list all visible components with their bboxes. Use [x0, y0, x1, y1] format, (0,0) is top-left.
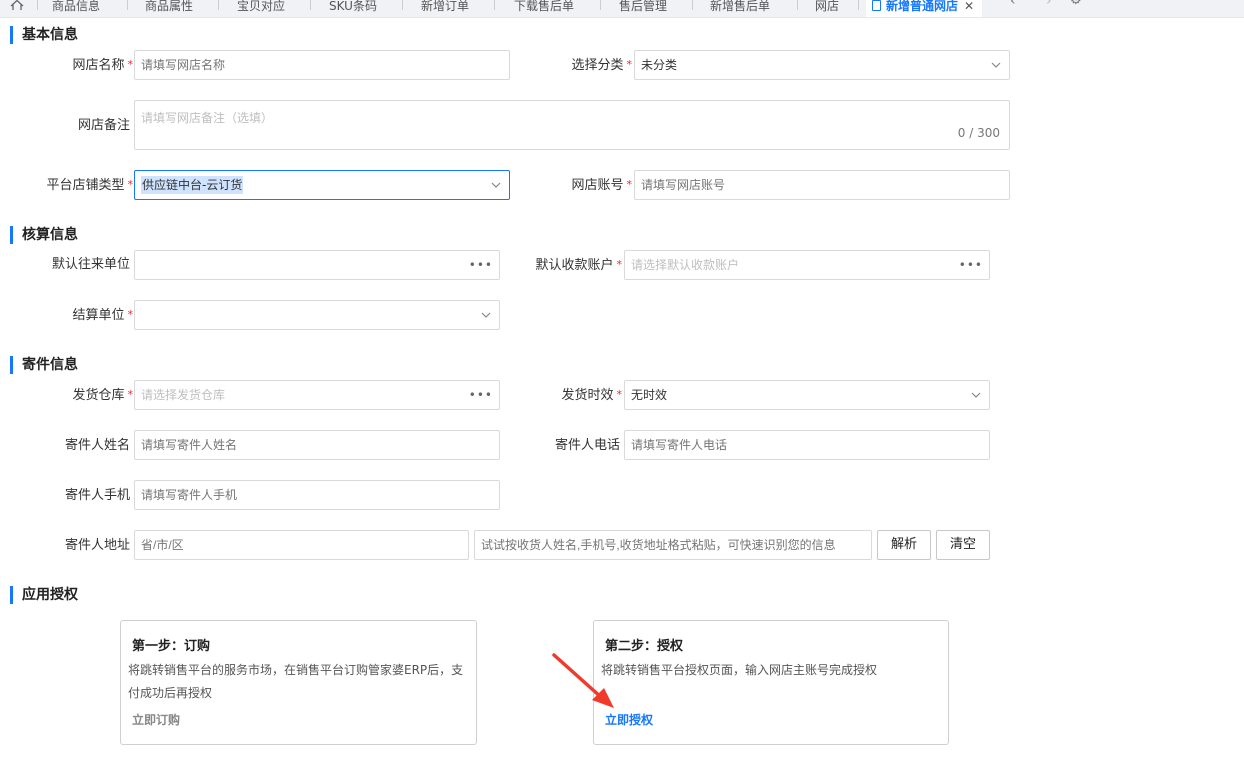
shop-account-input[interactable]	[634, 170, 1010, 200]
sender-address-label: 寄件人地址	[64, 538, 130, 553]
more-icon[interactable]: •••	[469, 381, 493, 409]
tab-separator	[402, 0, 403, 10]
tab-separator	[218, 0, 219, 10]
category-label: 选择分类 *	[571, 58, 632, 73]
chevron-right-icon[interactable]: ›	[1046, 0, 1052, 9]
chevron-down-icon	[991, 62, 1001, 68]
tab-separator	[797, 0, 798, 10]
sender-mobile-label: 寄件人手机	[64, 488, 130, 503]
close-icon[interactable]: ✕	[964, 0, 974, 13]
chevron-down-icon	[481, 312, 491, 318]
shop-account-label: 网店账号 *	[571, 178, 632, 193]
tab-separator	[600, 0, 601, 10]
more-icon[interactable]: •••	[959, 251, 983, 279]
tab-separator	[37, 0, 38, 10]
chevron-left-icon[interactable]: ‹	[1010, 0, 1016, 9]
gear-icon[interactable]: ⚙	[1070, 0, 1082, 8]
section-basic-info: 基本信息	[10, 26, 78, 44]
warehouse-picker[interactable]: 请选择发货仓库 •••	[134, 380, 500, 410]
section-accounting-info: 核算信息	[10, 226, 78, 244]
tab-item-mapping[interactable]: 宝贝对应	[237, 0, 285, 17]
settle-unit-select[interactable]	[134, 300, 500, 330]
tab-bar: 商品信息 商品属性 宝贝对应 SKU条码 新增订单 下载售后单 售后管理 新增售…	[0, 0, 1244, 18]
category-select[interactable]: 未分类	[634, 50, 1010, 80]
tab-aftersale-manage[interactable]: 售后管理	[619, 0, 667, 17]
platform-type-select[interactable]: 供应链中台-云订货	[134, 170, 510, 200]
chevron-down-icon	[491, 182, 501, 188]
section-app-auth: 应用授权	[10, 586, 78, 604]
region-input[interactable]	[134, 530, 469, 560]
tab-separator	[692, 0, 693, 10]
remark-counter: 0 / 300	[957, 126, 1000, 140]
default-account-picker[interactable]: 请选择默认收款账户 •••	[624, 250, 990, 280]
sender-phone-label: 寄件人电话	[554, 438, 620, 453]
timeliness-select[interactable]: 无时效	[624, 380, 990, 410]
sender-name-label: 寄件人姓名	[64, 438, 130, 453]
tab-separator	[127, 0, 128, 10]
tab-new-shop[interactable]: 新增普通网店 ✕	[866, 0, 983, 17]
settle-unit-label: 结算单位 *	[72, 308, 133, 323]
category-value: 未分类	[641, 58, 678, 72]
step1-title: 第一步：订购	[132, 639, 211, 654]
tab-separator	[858, 0, 859, 10]
timeliness-value: 无时效	[631, 388, 668, 402]
tab-product-info[interactable]: 商品信息	[52, 0, 100, 17]
authorize-now-link[interactable]: 立即授权	[605, 711, 653, 728]
sender-mobile-input[interactable]	[134, 480, 500, 510]
default-account-label: 默认收款账户 *	[535, 258, 622, 273]
platform-type-value: 供应链中台-云订货	[141, 176, 244, 194]
default-unit-picker[interactable]: •••	[134, 250, 500, 280]
tab-new-order[interactable]: 新增订单	[421, 0, 469, 17]
parse-button[interactable]: 解析	[877, 530, 931, 560]
remark-placeholder: 请填写网店备注（选填）	[141, 111, 274, 125]
platform-type-label: 平台店铺类型 *	[46, 178, 133, 193]
document-icon	[872, 0, 881, 11]
tab-sku-barcode[interactable]: SKU条码	[329, 0, 377, 17]
address-parse-input[interactable]	[474, 530, 872, 560]
tab-product-attr[interactable]: 商品属性	[145, 0, 193, 17]
remark-textarea[interactable]: 请填写网店备注（选填） 0 / 300	[134, 100, 1010, 150]
tab-new-shop-label: 新增普通网店	[886, 0, 959, 13]
step2-card: 第二步：授权 将跳转销售平台授权页面，输入网店主账号完成授权 立即授权	[593, 620, 949, 745]
subscribe-now-link[interactable]: 立即订购	[132, 711, 180, 728]
annotation-arrow-icon	[552, 653, 614, 708]
timeliness-label: 发货时效 *	[561, 388, 622, 403]
clear-button[interactable]: 清空	[936, 530, 990, 560]
step2-description: 将跳转销售平台授权页面，输入网店主账号完成授权	[601, 663, 878, 677]
chevron-down-icon	[971, 392, 981, 398]
default-account-placeholder: 请选择默认收款账户	[631, 258, 740, 272]
home-icon[interactable]	[10, 0, 24, 10]
tab-new-aftersale[interactable]: 新增售后单	[710, 0, 770, 17]
sender-name-input[interactable]	[134, 430, 500, 460]
sender-phone-input[interactable]	[624, 430, 990, 460]
step1-description: 将跳转销售平台的服务市场，在销售平台订购管家婆ERP后，支付成功后再授权	[128, 663, 464, 700]
more-icon[interactable]: •••	[469, 251, 493, 279]
shop-name-input[interactable]	[134, 50, 510, 80]
tab-separator	[494, 0, 495, 10]
tab-separator	[310, 0, 311, 10]
tab-download-aftersale[interactable]: 下载售后单	[514, 0, 574, 17]
remark-label: 网店备注	[77, 118, 130, 133]
shop-name-label: 网店名称 *	[72, 58, 133, 73]
step1-card: 第一步：订购 将跳转销售平台的服务市场，在销售平台订购管家婆ERP后，支付成功后…	[120, 620, 477, 745]
warehouse-placeholder: 请选择发货仓库	[141, 388, 226, 402]
default-unit-label: 默认往来单位	[51, 257, 130, 272]
section-shipping-info: 寄件信息	[10, 356, 78, 374]
tab-shops[interactable]: 网店	[815, 0, 839, 17]
warehouse-label: 发货仓库 *	[72, 388, 133, 403]
